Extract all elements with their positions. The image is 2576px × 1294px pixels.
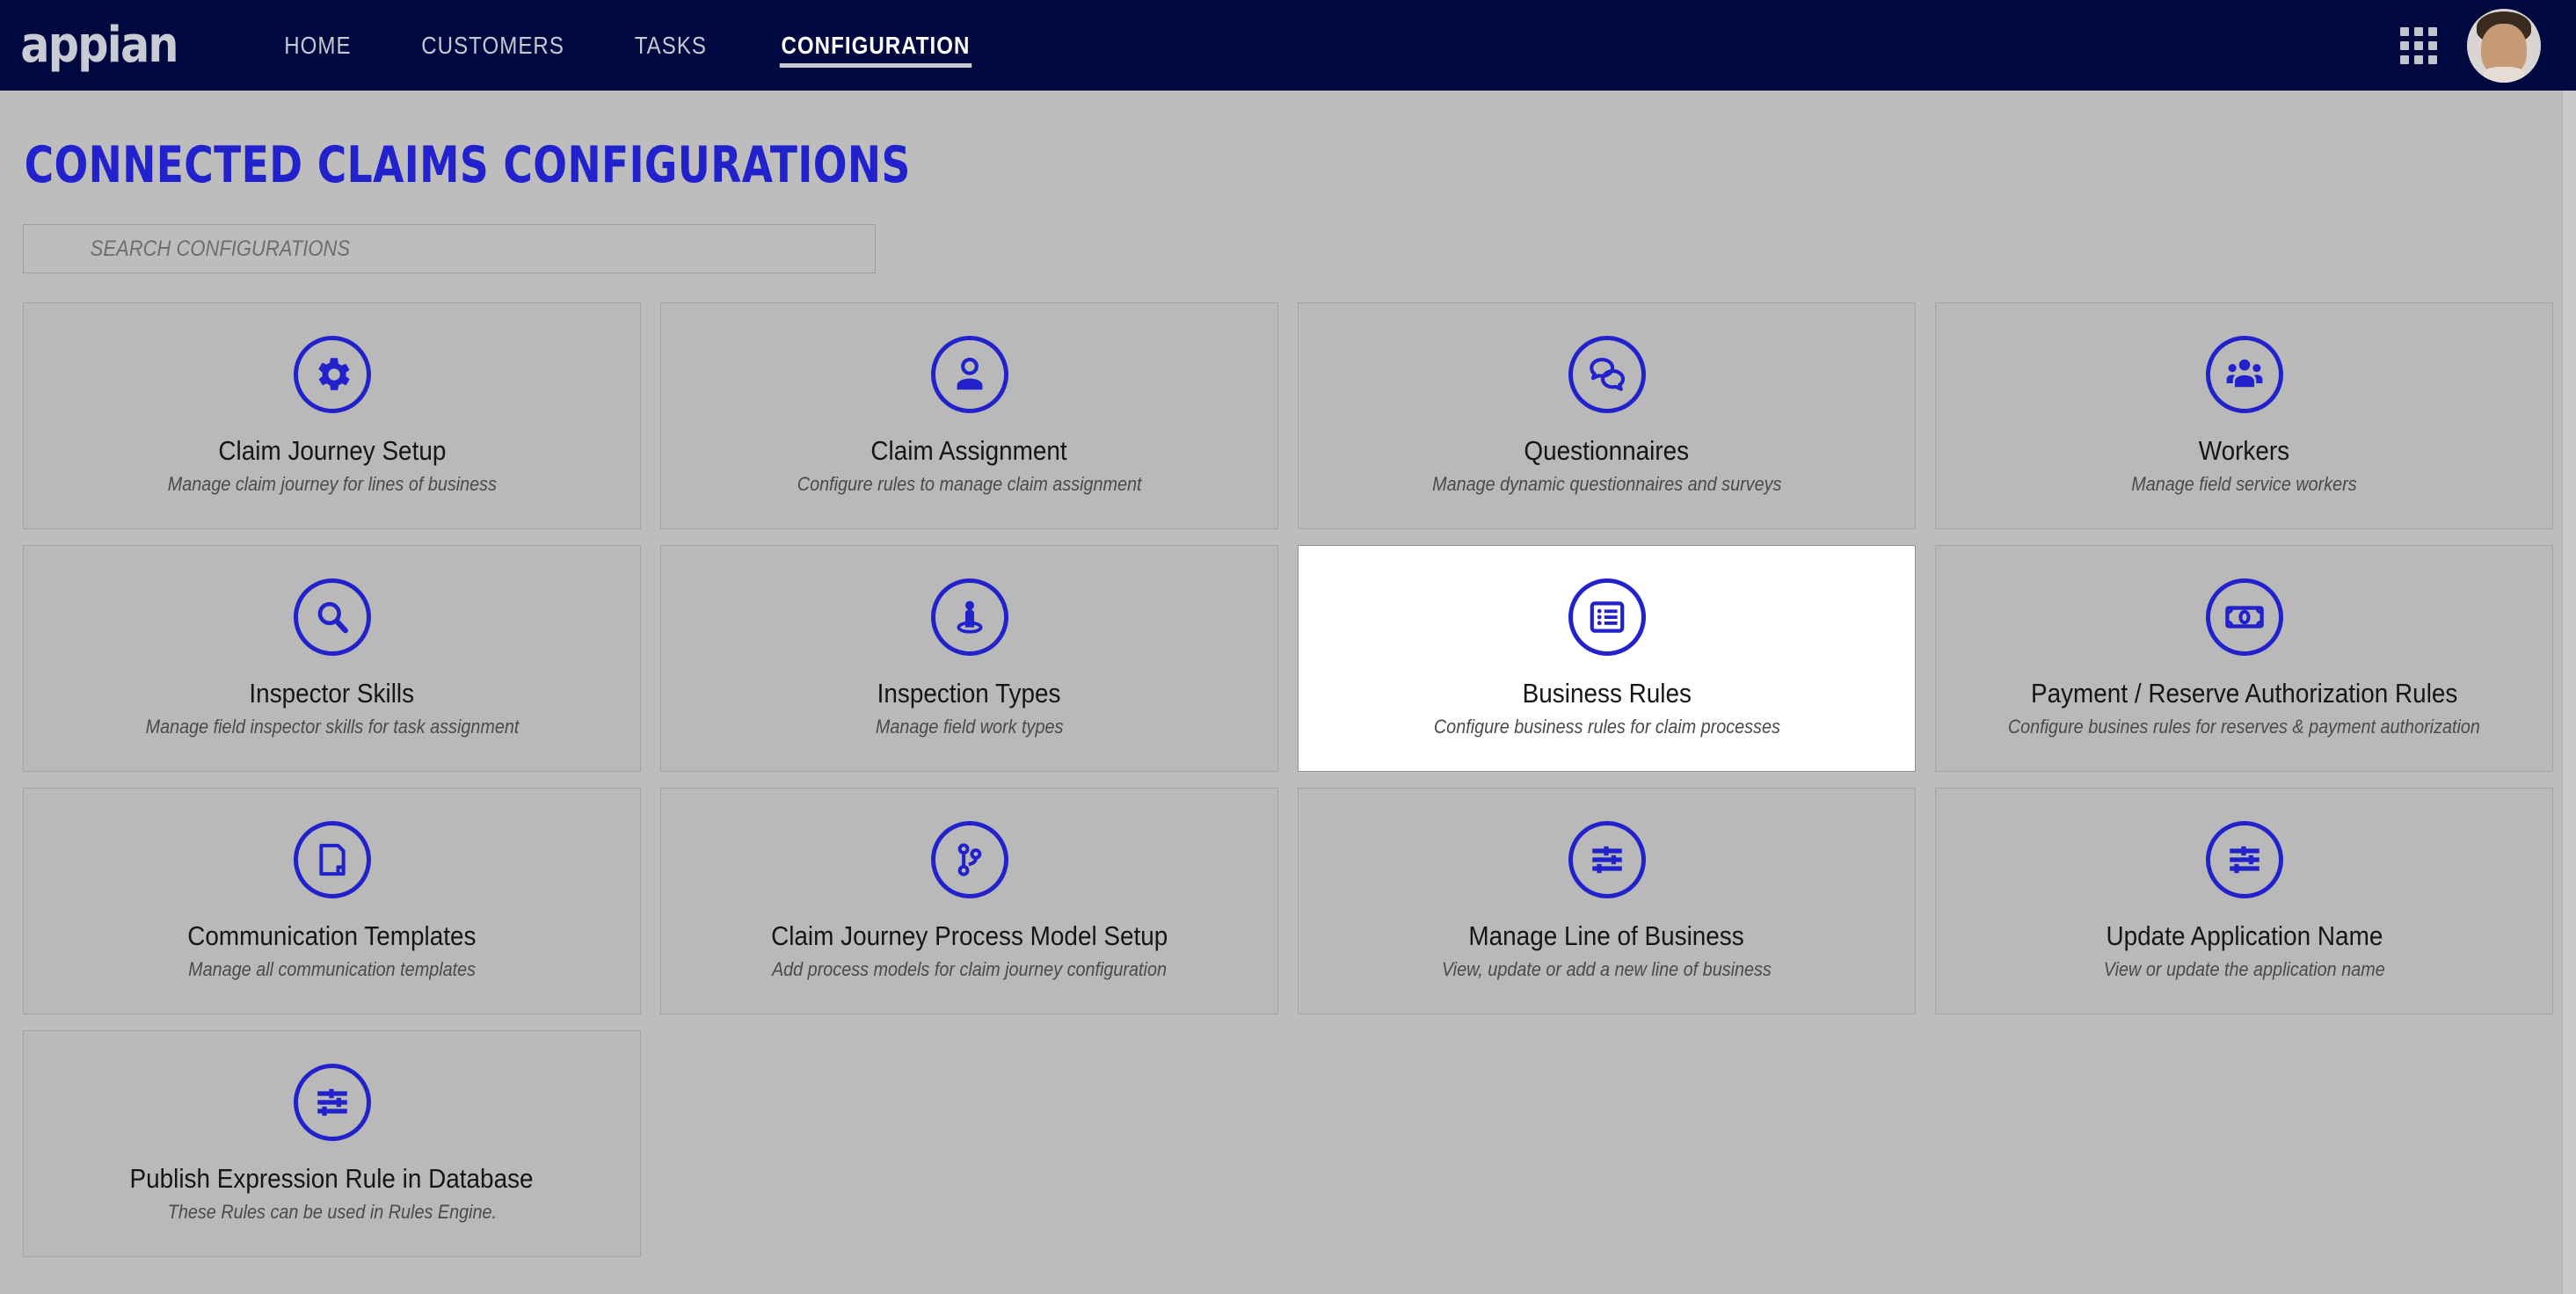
nav-link-home[interactable]: HOME xyxy=(261,0,374,91)
page-body: CONNECTED CLAIMS CONFIGURATIONS Claim Jo… xyxy=(0,91,2576,1257)
config-card-title: Claim Journey Process Model Setup xyxy=(770,920,1168,952)
config-card-title: Inspector Skills xyxy=(249,678,415,709)
config-card-description: Configure busines rules for reserves & p… xyxy=(2007,716,2481,738)
config-card-description: Manage field inspector skills for task a… xyxy=(145,716,519,738)
config-card-title: Manage Line of Business xyxy=(1468,920,1745,952)
top-navigation-bar: appian HOME CUSTOMERS TASKS CONFIGURATION xyxy=(0,0,2576,91)
sliders-icon xyxy=(2205,821,2283,899)
config-card[interactable]: Claim Assignment Configure rules to manag… xyxy=(660,302,1278,529)
config-card-description: Manage dynamic questionnaires and survey… xyxy=(1431,473,1782,496)
person-icon xyxy=(930,336,1008,414)
config-card-title: Update Application Name xyxy=(2106,920,2383,952)
config-card[interactable]: Claim Journey Setup Manage claim journey … xyxy=(23,302,641,529)
chat-bubbles-icon xyxy=(1568,336,1646,414)
config-card[interactable]: Workers Manage field service workers xyxy=(1935,302,2553,529)
appian-logo[interactable]: appian xyxy=(16,20,178,70)
sliders-icon xyxy=(293,1064,371,1142)
people-group-icon xyxy=(2205,336,2283,414)
config-card-title: Inspection Types xyxy=(877,678,1061,709)
nav-link-customers[interactable]: CUSTOMERS xyxy=(398,0,586,91)
vertical-scrollbar[interactable] xyxy=(2562,91,2576,1294)
config-card-title: Workers xyxy=(2198,435,2290,467)
config-card-description: View or update the application name xyxy=(2103,958,2385,981)
config-card[interactable]: Manage Line of Business View, update or a… xyxy=(1298,788,1916,1014)
config-card[interactable]: Claim Journey Process Model Setup Add pro… xyxy=(660,788,1278,1014)
config-card-description: Manage claim journey for lines of busine… xyxy=(167,473,497,496)
config-card-description: Configure rules to manage claim assignme… xyxy=(797,473,1142,496)
person-on-platform-icon xyxy=(930,578,1008,657)
config-card-description: Add process models for claim journey con… xyxy=(771,958,1168,981)
config-card[interactable]: Update Application Name View or update th… xyxy=(1935,788,2553,1014)
config-card-description: Manage field work types xyxy=(875,716,1064,738)
nav-right-actions xyxy=(2400,8,2541,83)
config-card-title: Claim Assignment xyxy=(870,435,1068,467)
grid-apps-icon[interactable] xyxy=(2400,26,2437,64)
config-card-description: Configure business rules for claim proce… xyxy=(1433,716,1780,738)
config-card-title: Communication Templates xyxy=(187,920,477,952)
config-card-description: Manage all communication templates xyxy=(188,958,476,981)
config-card-description: View, update or add a new line of busine… xyxy=(1441,958,1772,981)
config-card[interactable]: Inspector Skills Manage field inspector s… xyxy=(23,545,641,772)
config-card-title: Questionnaires xyxy=(1524,435,1690,467)
banknote-icon xyxy=(2205,578,2283,657)
document-icon xyxy=(293,821,371,899)
search-input[interactable] xyxy=(23,224,876,273)
avatar[interactable] xyxy=(2467,8,2541,83)
nav-link-configuration[interactable]: CONFIGURATION xyxy=(758,0,993,91)
sliders-icon xyxy=(1568,821,1646,899)
magnifier-icon xyxy=(293,578,371,657)
config-card-title: Publish Expression Rule in Database xyxy=(129,1163,535,1195)
config-card[interactable]: Payment / Reserve Authorization Rules Con… xyxy=(1935,545,2553,772)
config-card-description: Manage field service workers xyxy=(2131,473,2357,496)
config-card[interactable]: Communication Templates Manage all commun… xyxy=(23,788,641,1014)
config-card-title: Claim Journey Setup xyxy=(218,435,446,467)
config-card-title: Business Rules xyxy=(1522,678,1692,709)
config-card[interactable]: Inspection Types Manage field work types xyxy=(660,545,1278,772)
page-title: CONNECTED CLAIMS CONFIGURATIONS xyxy=(24,136,911,194)
avatar-neck xyxy=(2484,66,2524,83)
config-card[interactable]: Publish Expression Rule in Database These… xyxy=(23,1030,641,1257)
config-card[interactable]: Business Rules Configure business rules f… xyxy=(1298,545,1916,772)
nav-links: HOME CUSTOMERS TASKS CONFIGURATION xyxy=(252,0,1012,91)
gear-icon xyxy=(293,336,371,414)
config-card-description: These Rules can be used in Rules Engine. xyxy=(167,1201,497,1224)
configuration-card-grid: Claim Journey Setup Manage claim journey … xyxy=(23,302,2553,1257)
nav-link-tasks[interactable]: TASKS xyxy=(612,0,730,91)
config-card-title: Payment / Reserve Authorization Rules xyxy=(2030,678,2458,709)
config-card[interactable]: Questionnaires Manage dynamic questionnai… xyxy=(1298,302,1916,529)
list-icon xyxy=(1568,578,1646,657)
branch-icon xyxy=(930,821,1008,899)
search-section xyxy=(23,224,2553,273)
